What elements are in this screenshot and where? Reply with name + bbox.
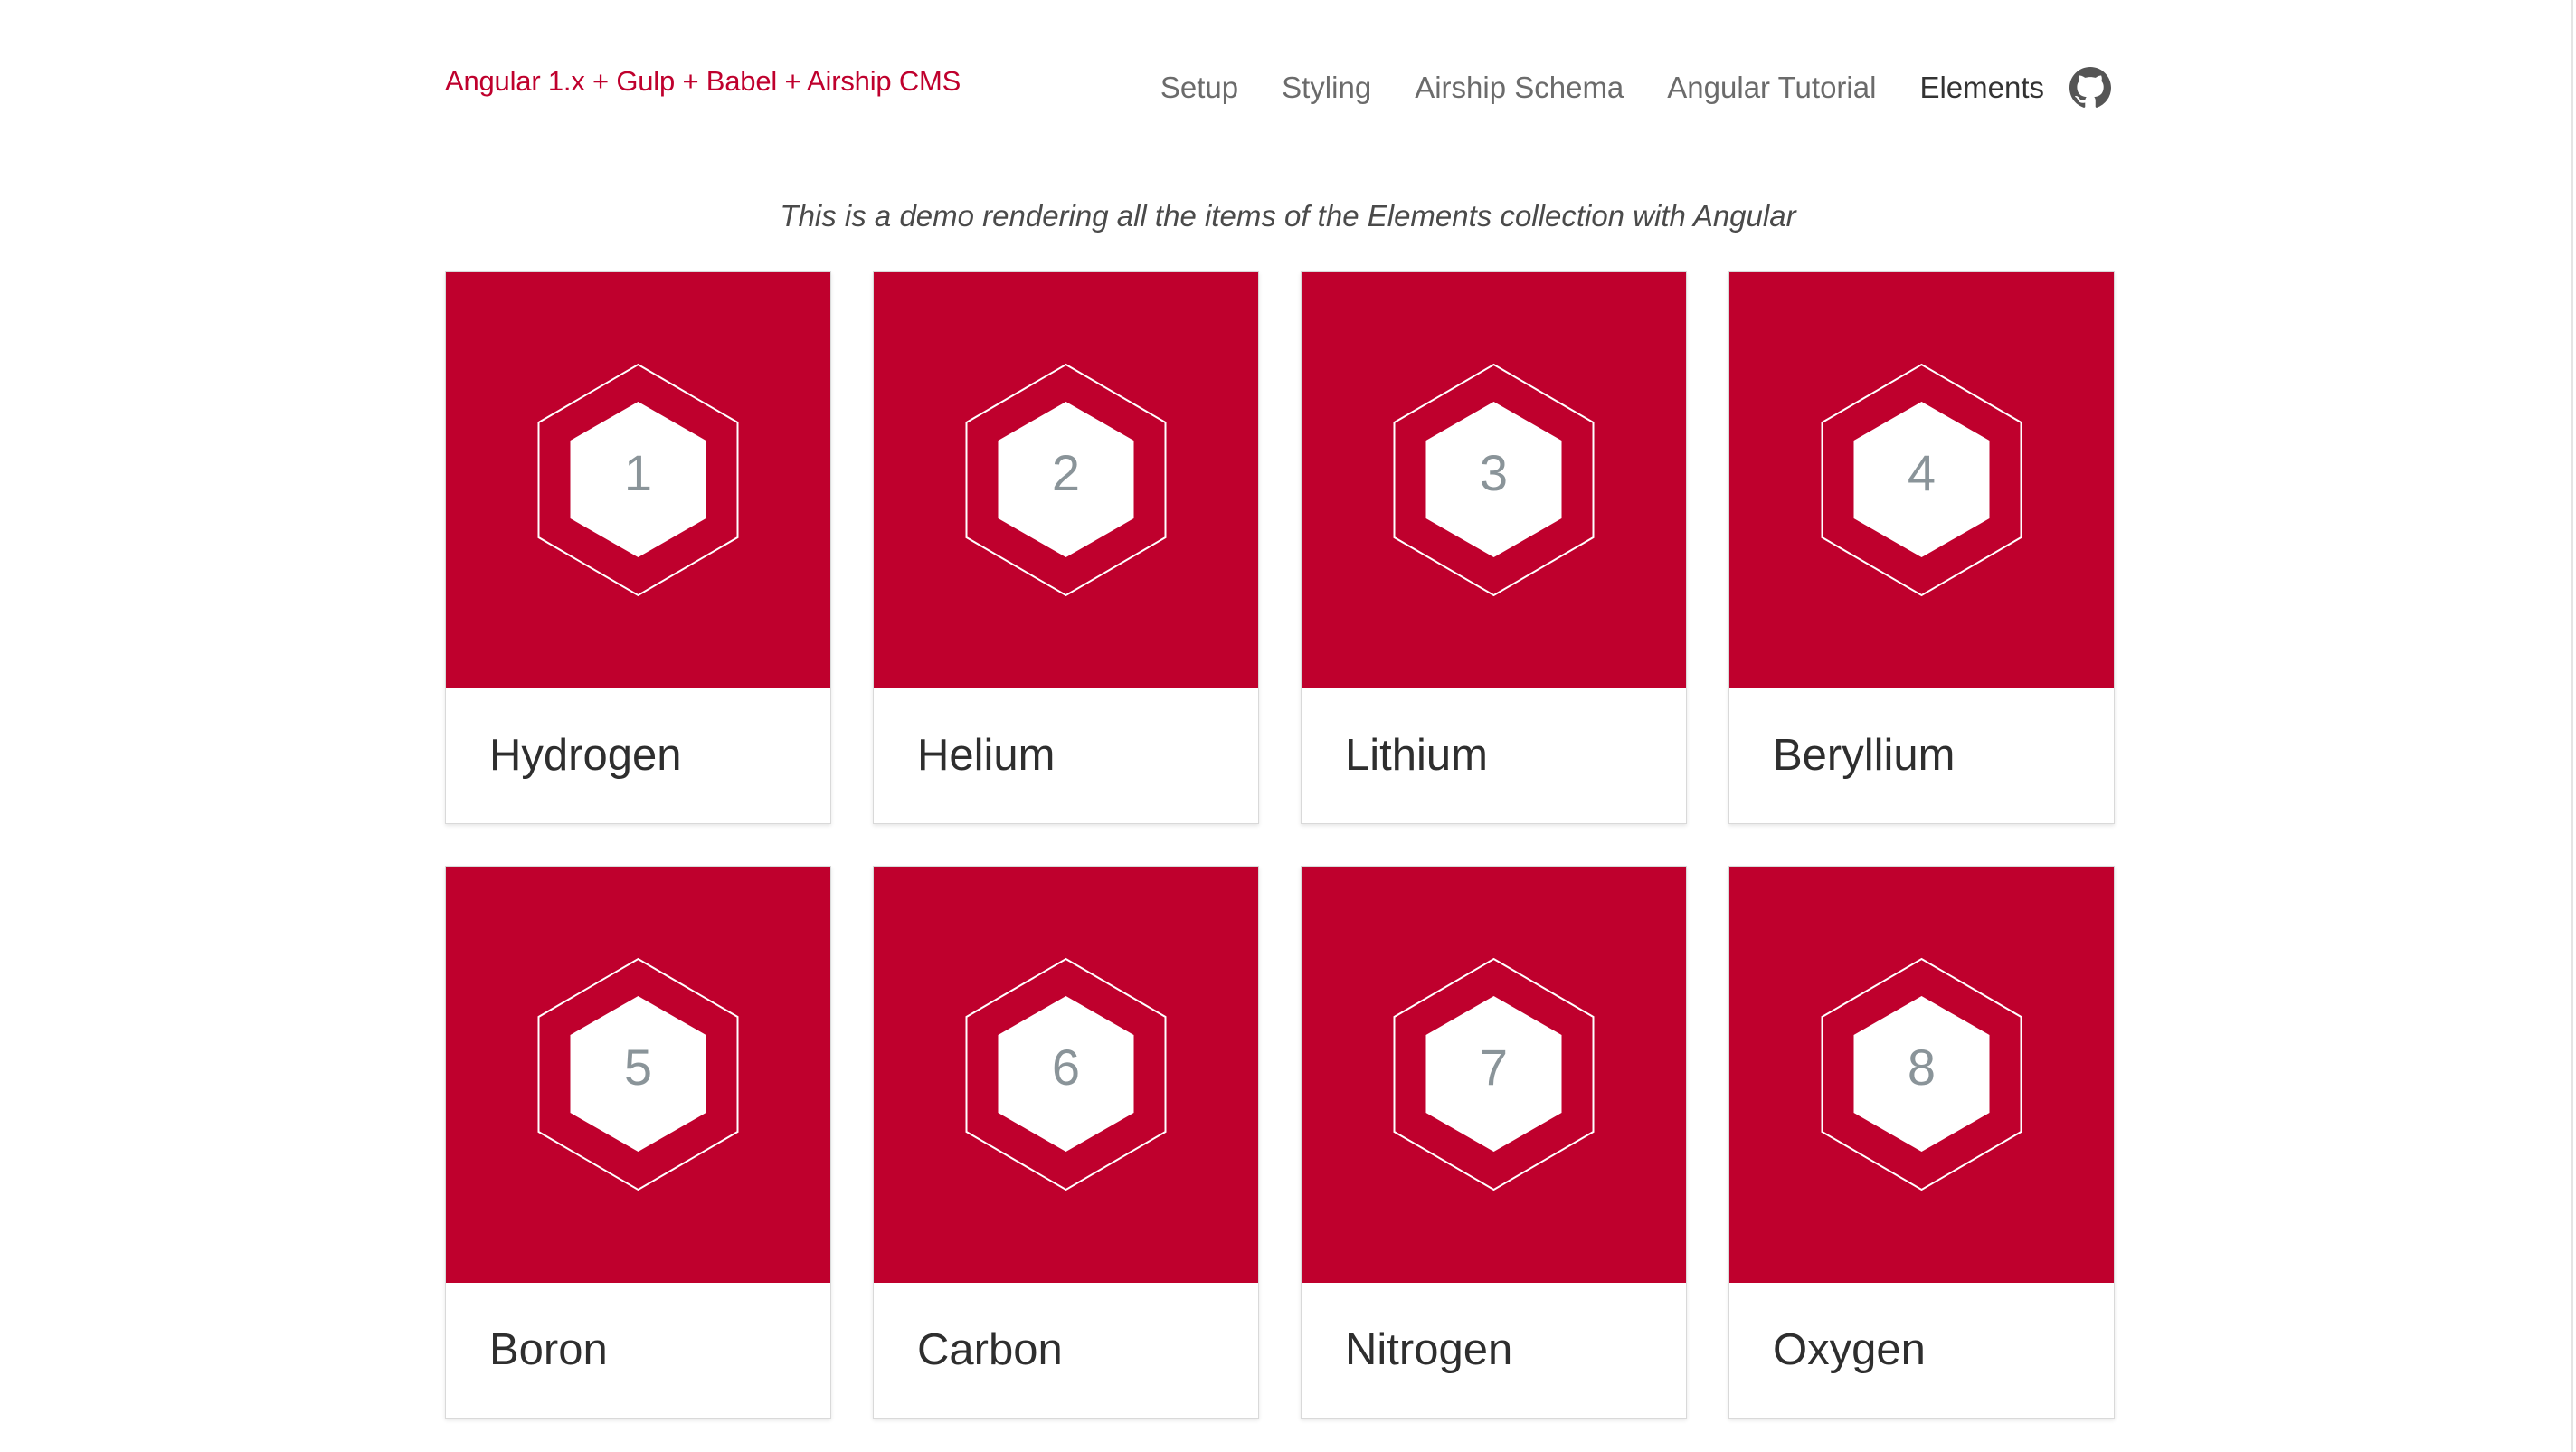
element-card-lithium[interactable]: 3 Lithium: [1301, 271, 1687, 824]
element-card-hydrogen[interactable]: 1 Hydrogen: [445, 271, 831, 824]
page: Angular 1.x + Gulp + Babel + Airship CMS…: [0, 0, 2576, 1452]
element-name: Carbon: [917, 1325, 1063, 1374]
element-number: 8: [1907, 1039, 1937, 1096]
element-name: Beryllium: [1773, 731, 1956, 780]
element-card-nitrogen[interactable]: 7 Nitrogen: [1301, 866, 1687, 1419]
element-name: Helium: [917, 731, 1056, 780]
top-nav: Setup Styling Airship Schema Angular Tut…: [1117, 67, 2111, 109]
element-name: Oxygen: [1773, 1325, 1926, 1374]
element-card-oxygen[interactable]: 8 Oxygen: [1728, 866, 2115, 1419]
card-media: 8: [1729, 867, 2114, 1283]
nav-airship-schema[interactable]: Airship Schema: [1415, 71, 1624, 105]
element-card-beryllium[interactable]: 4 Beryllium: [1728, 271, 2115, 824]
element-name: Lithium: [1345, 731, 1488, 780]
nav-styling[interactable]: Styling: [1282, 71, 1371, 105]
element-number: 5: [623, 1039, 653, 1096]
element-card-carbon[interactable]: 6 Carbon: [873, 866, 1259, 1419]
github-icon[interactable]: [2069, 67, 2111, 109]
element-number: 6: [1051, 1039, 1081, 1096]
element-number: 2: [1051, 444, 1081, 501]
card-media: 4: [1729, 272, 2114, 688]
card-media: 7: [1302, 867, 1686, 1283]
element-name: Hydrogen: [489, 731, 682, 780]
card-media: 6: [874, 867, 1258, 1283]
card-media: 1: [446, 272, 830, 688]
tagline: This is a demo rendering all the items o…: [780, 199, 1796, 233]
element-card-helium[interactable]: 2 Helium: [873, 271, 1259, 824]
element-number: 1: [623, 444, 653, 501]
element-number: 3: [1479, 444, 1509, 501]
nav-angular-tutorial[interactable]: Angular Tutorial: [1667, 71, 1876, 105]
element-number: 4: [1907, 444, 1937, 501]
elements-grid: 1 Hydrogen 2 Helium 3 Lithium 4 Berylliu…: [445, 271, 2115, 1419]
nav-setup[interactable]: Setup: [1160, 71, 1238, 105]
nav-elements[interactable]: Elements: [1919, 71, 2044, 105]
card-media: 3: [1302, 272, 1686, 688]
element-name: Boron: [489, 1325, 608, 1374]
element-number: 7: [1479, 1039, 1509, 1096]
card-media: 5: [446, 867, 830, 1283]
brand-link[interactable]: Angular 1.x + Gulp + Babel + Airship CMS: [445, 65, 961, 98]
element-name: Nitrogen: [1345, 1325, 1513, 1374]
card-media: 2: [874, 272, 1258, 688]
element-card-boron[interactable]: 5 Boron: [445, 866, 831, 1419]
